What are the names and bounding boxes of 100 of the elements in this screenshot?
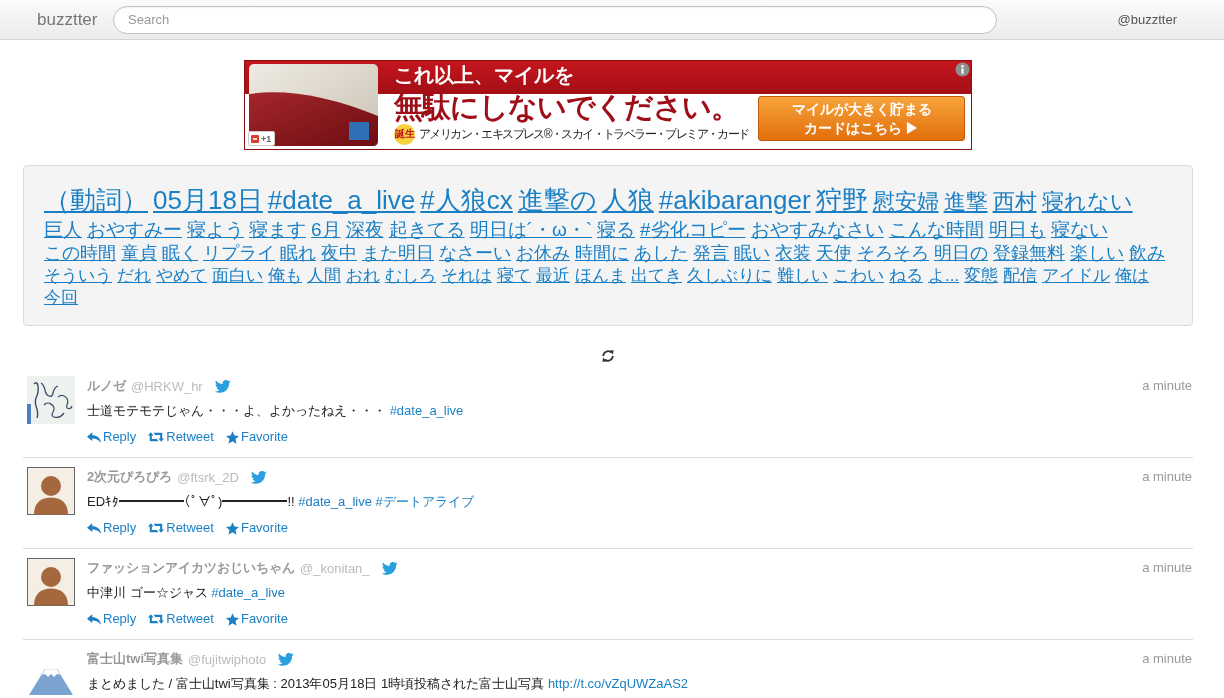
tag-link[interactable]: 進撃 <box>943 188 988 217</box>
user-name[interactable]: 富士山twi写真集 <box>87 650 184 669</box>
tag-link[interactable]: 眠く <box>162 242 198 266</box>
tag-link[interactable]: 飲み <box>1129 242 1165 266</box>
user-name[interactable]: 2次元ぴろぴろ <box>87 468 173 487</box>
new-badge: 誕生 <box>394 123 415 145</box>
tag-link[interactable]: （動詞） <box>44 184 148 218</box>
tag-link[interactable]: #人狼cx <box>420 184 513 218</box>
tag-link[interactable]: 寝て <box>497 265 531 288</box>
tag-link[interactable]: アイドル <box>1042 265 1111 288</box>
tag-link[interactable]: ねる <box>889 265 923 288</box>
tag-link[interactable]: よ... <box>928 265 960 288</box>
bird-icon <box>214 379 231 393</box>
tag-link[interactable]: 起きてる <box>388 217 465 243</box>
plus-one-button[interactable]: +1 <box>248 131 276 146</box>
tag-link[interactable]: 夜中 <box>321 242 357 266</box>
tag-link[interactable]: 人狼 <box>601 184 654 218</box>
tag-link[interactable]: 眠れ <box>280 242 316 266</box>
retweet-icon <box>148 432 165 443</box>
search-field[interactable]: Search <box>113 5 997 34</box>
tag-link[interactable]: おやすみなさい <box>750 217 884 243</box>
tag-link[interactable]: そろそろ <box>857 242 929 266</box>
tag-link[interactable]: やめて <box>156 265 207 288</box>
tag-link[interactable]: 童貞 <box>121 242 157 266</box>
tag-link[interactable]: 衣装 <box>775 242 811 266</box>
tag-link[interactable]: 発言 <box>693 242 729 266</box>
tag-link[interactable]: あした <box>634 242 688 266</box>
tag-link[interactable]: 人間 <box>307 265 341 288</box>
reply-button[interactable]: Reply <box>87 427 137 448</box>
tag-link[interactable]: だれ <box>117 265 151 288</box>
tag-link[interactable]: #date_a_live <box>267 184 416 218</box>
favorite-button[interactable]: Favorite <box>225 518 288 539</box>
hashtag-link[interactable]: #date_a_live <box>211 585 285 601</box>
tag-link[interactable]: 最近 <box>536 265 570 288</box>
tag-link[interactable]: 慰安婦 <box>872 188 939 217</box>
user-name[interactable]: ファッションアイカツおじいちゃん <box>87 559 295 578</box>
tag-link[interactable]: それは <box>441 265 492 288</box>
tag-link[interactable]: この時間 <box>44 242 116 266</box>
tag-link[interactable]: おれ <box>346 265 380 288</box>
reply-button[interactable]: Reply <box>87 609 137 630</box>
tag-link[interactable]: 05月18日 <box>153 184 263 218</box>
cta-button[interactable]: マイルが大きく貯まる カードはこちら ▶ <box>758 96 965 141</box>
tag-link[interactable]: お休み <box>516 242 570 266</box>
user-name[interactable]: ルノゼ <box>87 377 126 396</box>
tag-link[interactable]: こんな時間 <box>888 217 984 243</box>
tag-link[interactable]: 久しぶりに <box>687 265 772 288</box>
ad-banner[interactable]: これ以上、マイルを 無駄にしないでください。 誕生 アメリカン・エキスプレス®・スカイ・トラベラー・プレミア・カード マイルが大きく貯まる カードはこちら ▶ +1 <box>244 60 972 150</box>
tag-link[interactable]: おやすみー <box>87 217 182 243</box>
tag-link[interactable]: 明日も <box>988 217 1046 243</box>
tag-link[interactable]: 今回 <box>44 287 78 310</box>
hashtag-link[interactable]: #date_a_live <box>298 494 372 510</box>
url-link[interactable]: http://t.co/vZqUWZaAS2 <box>547 676 689 692</box>
tag-link[interactable]: また明日 <box>362 242 434 266</box>
tag-link[interactable]: 寝る <box>597 217 636 243</box>
tag-link[interactable]: 時間に <box>575 242 629 266</box>
tag-link[interactable]: 西村 <box>992 188 1037 217</box>
tag-link[interactable]: 進撃の <box>517 184 597 218</box>
tag-link[interactable]: 深夜 <box>345 217 384 243</box>
tag-link[interactable]: 登録無料 <box>993 242 1065 266</box>
hashtag-link[interactable]: #デートアライブ <box>375 494 474 510</box>
account-link[interactable]: @buzztter <box>1117 12 1177 27</box>
tag-link[interactable]: 巨人 <box>44 217 82 243</box>
retweet-button[interactable]: Retweet <box>148 518 214 539</box>
tag-link[interactable]: 難しい <box>777 265 828 288</box>
tag-link[interactable]: こわい <box>833 265 884 288</box>
site-logo[interactable]: buzztter <box>37 9 98 30</box>
tag-link[interactable]: 楽しい <box>1070 242 1124 266</box>
tag-link[interactable]: ほんま <box>575 265 626 288</box>
star-icon <box>225 521 239 535</box>
tag-link[interactable]: 寝れない <box>1041 188 1133 217</box>
favorite-button[interactable]: Favorite <box>225 427 288 448</box>
tag-link[interactable]: 狩野 <box>815 184 868 218</box>
timestamp: a minute <box>1142 559 1192 578</box>
tag-link[interactable]: 6月 <box>311 217 341 243</box>
tag-link[interactable]: 明日は´・ω・` <box>469 217 593 243</box>
reply-button[interactable]: Reply <box>87 518 137 539</box>
favorite-button[interactable]: Favorite <box>225 609 288 630</box>
tag-link[interactable]: 変態 <box>964 265 999 288</box>
hashtag-link[interactable]: #date_a_live <box>389 403 464 419</box>
tag-link[interactable]: そういう <box>44 265 112 288</box>
info-icon[interactable] <box>955 62 970 77</box>
tag-link[interactable]: #akibaranger <box>658 184 811 218</box>
retweet-button[interactable]: Retweet <box>148 427 214 448</box>
tag-link[interactable]: 面白い <box>212 265 263 288</box>
tag-link[interactable]: 俺は <box>1115 265 1150 288</box>
tag-link[interactable]: 眠い <box>734 242 770 266</box>
tag-link[interactable]: 寝ます <box>249 217 306 243</box>
tag-link[interactable]: 俺も <box>268 265 302 288</box>
tag-link[interactable]: リプライ <box>203 242 275 266</box>
tag-link[interactable]: むしろ <box>385 265 436 288</box>
bird-icon <box>278 652 295 666</box>
tag-link[interactable]: 配信 <box>1003 265 1038 288</box>
tag-link[interactable]: 寝よう <box>187 217 244 243</box>
tag-link[interactable]: 明日の <box>934 242 988 266</box>
tag-link[interactable]: 寝ない <box>1050 217 1108 243</box>
tag-link[interactable]: 出てき <box>631 265 682 288</box>
tag-link[interactable]: 天使 <box>816 242 852 266</box>
tag-link[interactable]: #劣化コピー <box>640 217 746 243</box>
tag-link[interactable]: なさーい <box>439 242 511 266</box>
retweet-button[interactable]: Retweet <box>148 609 214 630</box>
